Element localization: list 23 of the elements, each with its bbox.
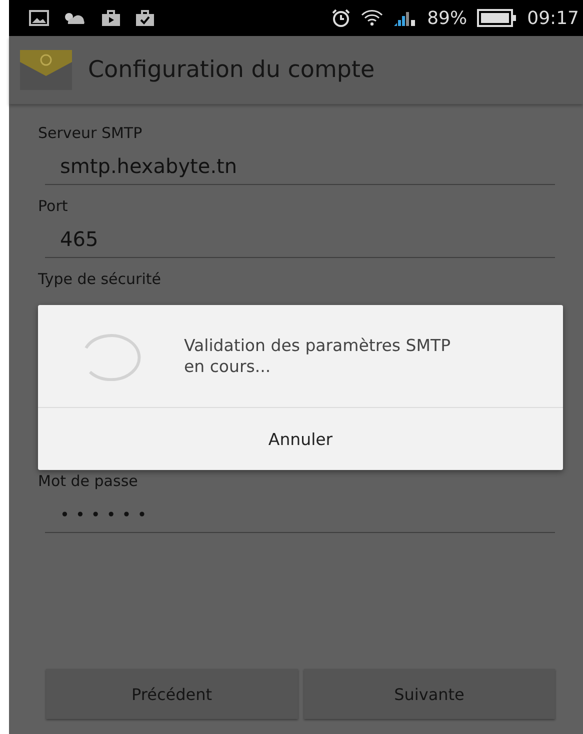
field-label: Type de sécurité bbox=[38, 269, 162, 290]
signal-icon bbox=[393, 9, 418, 27]
clock-time: 09:17 bbox=[527, 8, 579, 28]
alarm-icon bbox=[331, 8, 352, 28]
input-field[interactable]: 465 bbox=[45, 221, 555, 258]
image-icon bbox=[29, 10, 49, 26]
battery-icon bbox=[477, 9, 518, 27]
briefcase-icon bbox=[101, 10, 121, 26]
battery-percent: 89% bbox=[427, 8, 468, 28]
cancel-button[interactable]: Annuler bbox=[38, 408, 563, 470]
input-field[interactable]: •••••• bbox=[45, 496, 555, 533]
field-label: Serveur SMTP bbox=[38, 123, 144, 144]
screen-title: Configuration du compte bbox=[88, 57, 375, 83]
input-field[interactable]: smtp.hexabyte.tn bbox=[45, 148, 555, 185]
next-button[interactable]: Suivante bbox=[304, 669, 555, 719]
field-label: Port bbox=[38, 196, 69, 217]
wifi-icon bbox=[361, 9, 384, 27]
envelope-icon bbox=[18, 48, 74, 92]
briefcase-check-icon bbox=[135, 10, 155, 26]
cloud-icon bbox=[63, 11, 87, 25]
previous-button[interactable]: Précédent bbox=[46, 669, 298, 719]
field-label: Mot de passe bbox=[38, 471, 139, 492]
dialog-message: Validation des paramètres SMTP en cours... bbox=[184, 335, 452, 377]
